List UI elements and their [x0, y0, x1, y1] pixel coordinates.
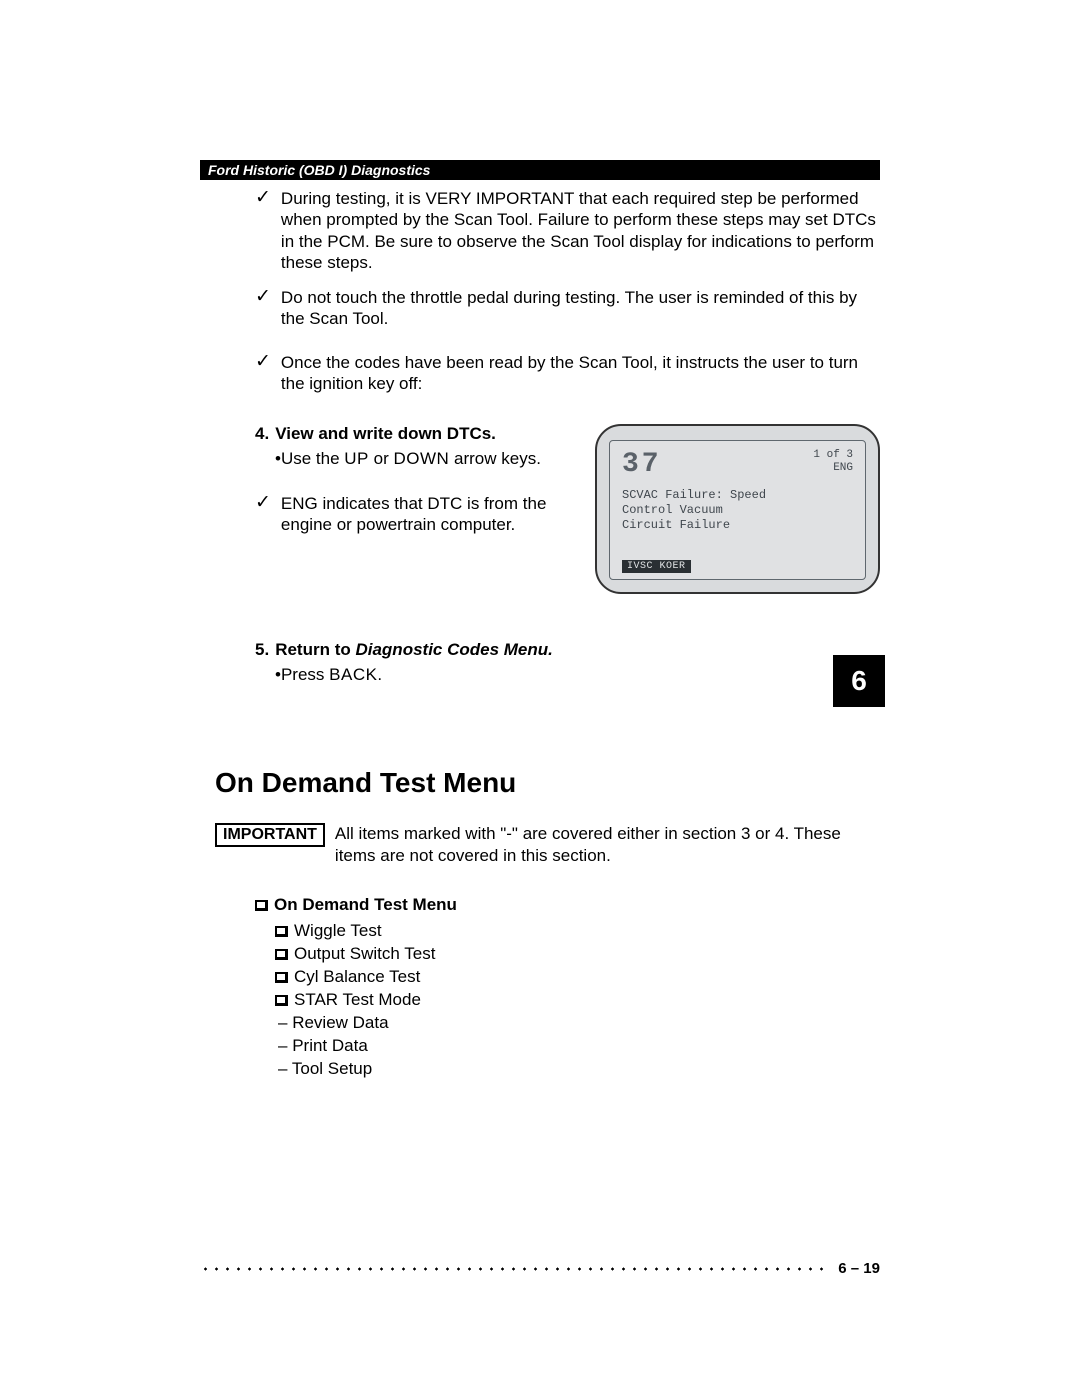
step-number: 5.	[255, 640, 269, 660]
important-label: IMPORTANT	[215, 823, 325, 847]
step-number: 4.	[255, 424, 269, 444]
step-4-title: 4. View and write down DTCs.	[255, 424, 570, 444]
step-title-text: View and write down DTCs.	[275, 424, 496, 444]
menu-item: STAR Test Mode	[275, 990, 880, 1010]
step-5-row: 5. Return to Diagnostic Codes Menu. •Pre…	[255, 640, 880, 687]
text: Circuit Failure	[622, 518, 853, 533]
text: or	[374, 449, 394, 468]
menu-dash-item: Print Data	[275, 1036, 880, 1056]
dtc-code: 37	[622, 449, 662, 480]
check-item: ✓ During testing, it is VERY IMPORTANT t…	[255, 188, 880, 273]
on-demand-menu: On Demand Test Menu Wiggle Test Output S…	[255, 895, 880, 1079]
eng-note-text: ENG indicates that DTC is from the engin…	[281, 493, 570, 536]
dtc-count: 1 of 3	[813, 449, 853, 462]
menu-item-text: STAR Test Mode	[294, 990, 421, 1009]
menu-item-text: Cyl Balance Test	[294, 967, 420, 986]
section-title: On Demand Test Menu	[215, 767, 880, 799]
box-bullet-icon	[275, 995, 288, 1006]
text: Control Vacuum	[622, 503, 853, 518]
dtc-source: ENG	[813, 462, 853, 475]
scan-tool-figure: 37 1 of 3 ENG SCVAC Failure: Speed Contr…	[595, 424, 880, 594]
menu-item-text: Wiggle Test	[294, 921, 382, 940]
text: arrow keys.	[454, 449, 541, 468]
key-up: UP	[344, 449, 369, 468]
check-icon: ✓	[255, 188, 271, 209]
scan-mode-badge: IVSC KOER	[622, 560, 691, 573]
menu-dash-item: Review Data	[275, 1013, 880, 1033]
important-text: All items marked with "-" are covered ei…	[335, 823, 880, 867]
menu-item-text: Output Switch Test	[294, 944, 435, 963]
menu-item: Output Switch Test	[275, 944, 880, 964]
menu-item: Cyl Balance Test	[275, 967, 880, 987]
box-bullet-icon	[275, 926, 288, 937]
page-footer: 6 – 19	[200, 1260, 880, 1277]
key-back: BACK.	[329, 665, 383, 684]
step-title-text: Return to	[275, 640, 355, 659]
check-text: During testing, it is VERY IMPORTANT tha…	[281, 188, 880, 273]
text: •Press	[275, 665, 329, 684]
box-bullet-icon	[275, 972, 288, 983]
step-5-title: 5. Return to Diagnostic Codes Menu.	[255, 640, 880, 660]
dtc-description: SCVAC Failure: Speed Control Vacuum Circ…	[622, 488, 853, 533]
menu-name: Diagnostic Codes Menu.	[355, 640, 552, 659]
important-callout: IMPORTANT All items marked with "-" are …	[215, 823, 880, 867]
page-content: Ford Historic (OBD I) Diagnostics ✓ Duri…	[200, 160, 880, 1082]
section-header-bar: Ford Historic (OBD I) Diagnostics	[200, 160, 880, 180]
checklist-group-1: ✓ During testing, it is VERY IMPORTANT t…	[255, 188, 880, 394]
menu-dash-item: Tool Setup	[275, 1059, 880, 1079]
check-text: Once the codes have been read by the Sca…	[281, 352, 880, 395]
check-text: Do not touch the throttle pedal during t…	[281, 287, 880, 330]
check-icon: ✓	[255, 493, 271, 514]
check-icon: ✓	[255, 352, 271, 373]
eng-note-row: ✓ ENG indicates that DTC is from the eng…	[255, 493, 570, 536]
text: •Use the	[275, 449, 344, 468]
box-bullet-icon	[255, 900, 268, 911]
page-number: 6 – 19	[838, 1260, 880, 1277]
check-icon: ✓	[255, 287, 271, 308]
check-item: ✓ Do not touch the throttle pedal during…	[255, 287, 880, 330]
text: SCVAC Failure: Speed	[622, 488, 853, 503]
menu-heading: On Demand Test Menu	[255, 895, 880, 915]
scan-screen: 37 1 of 3 ENG SCVAC Failure: Speed Contr…	[609, 440, 866, 580]
menu-item: Wiggle Test	[275, 921, 880, 941]
key-down: DOWN	[393, 449, 449, 468]
scan-device-frame: 37 1 of 3 ENG SCVAC Failure: Speed Contr…	[595, 424, 880, 594]
check-item: ✓ Once the codes have been read by the S…	[255, 352, 880, 395]
footer-dots	[200, 1266, 826, 1272]
step-5-instruction: •Press BACK.	[275, 663, 880, 687]
scan-meta: 1 of 3 ENG	[813, 449, 853, 475]
box-bullet-icon	[275, 949, 288, 960]
chapter-tab: 6	[833, 655, 885, 707]
menu-heading-text: On Demand Test Menu	[274, 895, 457, 914]
step-4-instruction: •Use the UP or DOWN arrow keys.	[275, 447, 570, 471]
step-4-row: 4. View and write down DTCs. •Use the UP…	[255, 424, 880, 594]
